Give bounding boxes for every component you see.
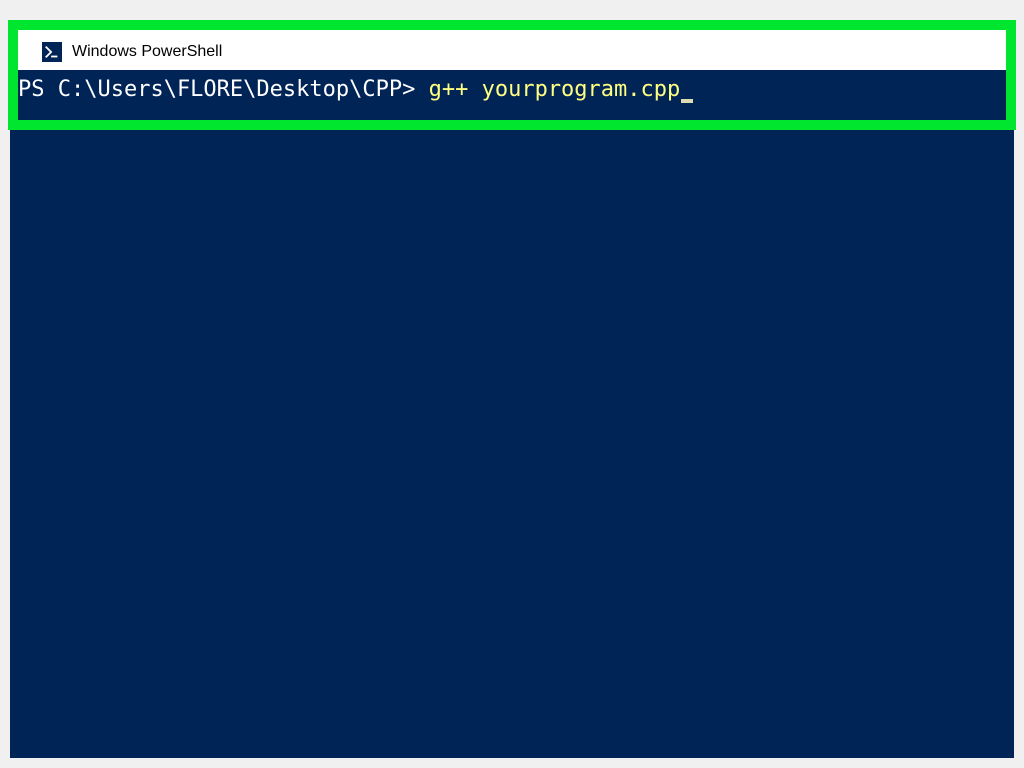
terminal-line: PS C:\Users\FLORE\Desktop\CPP> g++ yourp… (18, 74, 1006, 106)
terminal[interactable]: PS C:\Users\FLORE\Desktop\CPP> g++ yourp… (10, 70, 1014, 758)
title-bar[interactable]: Windows PowerShell (30, 34, 1014, 70)
terminal-command: g++ yourprogram.cpp (429, 77, 681, 102)
terminal-prompt: PS C:\Users\FLORE\Desktop\CPP> (18, 77, 429, 102)
window-title: Windows PowerShell (72, 43, 222, 61)
powershell-icon (42, 42, 62, 62)
cursor-icon (681, 99, 693, 103)
